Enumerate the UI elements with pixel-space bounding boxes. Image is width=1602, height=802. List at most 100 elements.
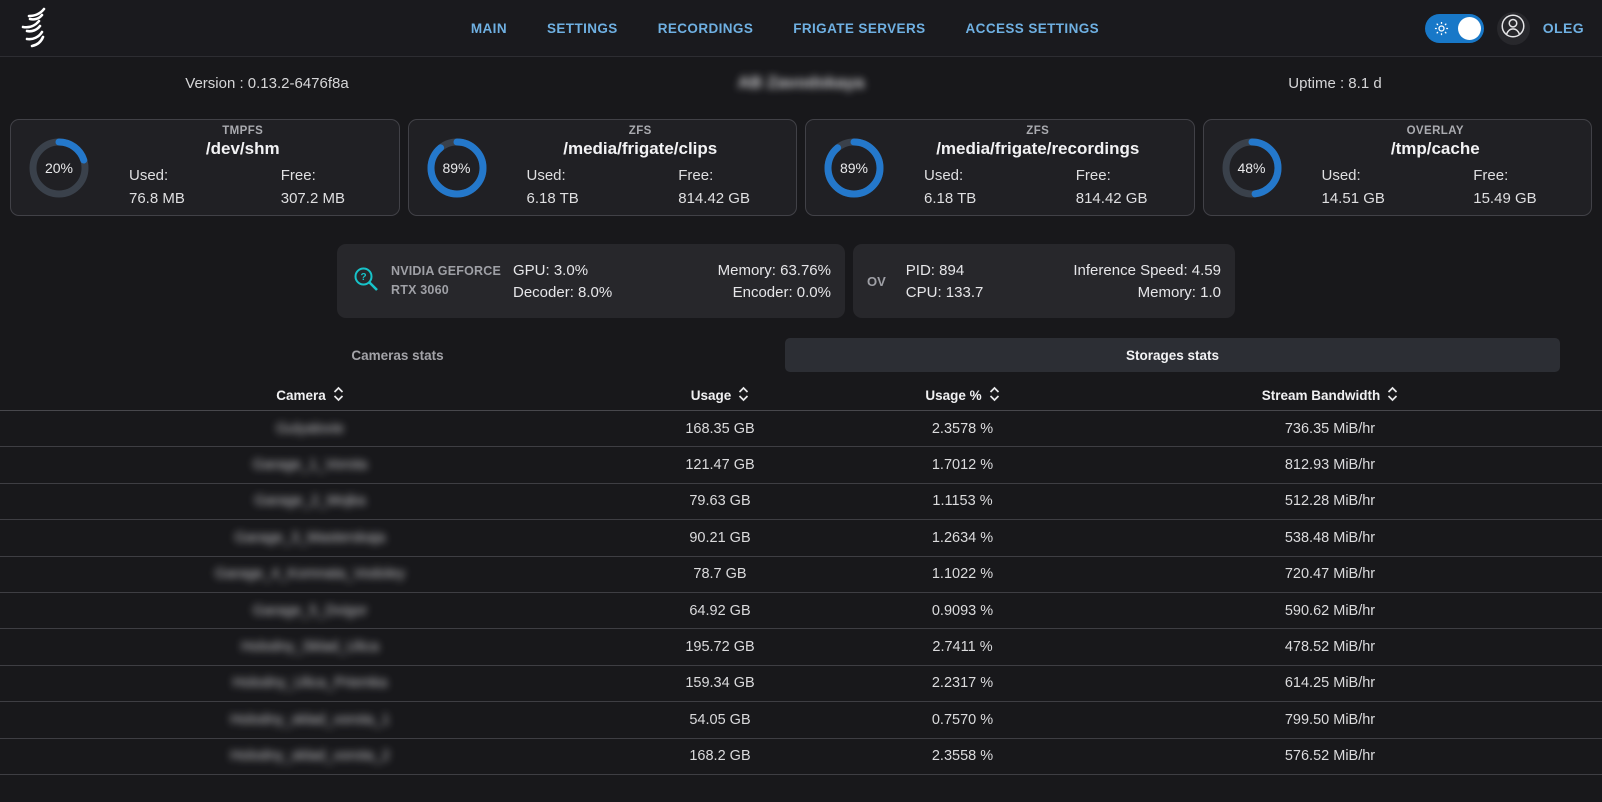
gpu-memory: Memory: 63.76% bbox=[672, 262, 831, 279]
used-label: Used: bbox=[527, 164, 641, 187]
storage-card-tmp-cache: 48% OVERLAY /tmp/cache Used: 14.51 GB Fr… bbox=[1203, 119, 1593, 216]
table-header: Camera Usage Usage % Stream Bandwidth bbox=[0, 381, 1602, 411]
gpu-stats-grid: GPU: 3.0% Memory: 63.76% Decoder: 8.0% E… bbox=[507, 262, 831, 301]
table-row: Garage_2_Mojka 79.63 GB 1.1153 % 512.28 … bbox=[0, 484, 1602, 520]
table-row: Holodny_Ulica_Priemka 159.34 GB 2.2317 %… bbox=[0, 666, 1602, 702]
fs-type-label: OVERLAY bbox=[1292, 125, 1580, 137]
tab-storages-stats[interactable]: Storages stats bbox=[785, 338, 1560, 372]
usage-cell: 64.92 GB bbox=[620, 603, 820, 619]
topbar-right-controls: OLEG bbox=[1425, 12, 1584, 45]
storage-card-text: ZFS /media/frigate/clips Used: 6.18 TB F… bbox=[489, 125, 785, 211]
free-label: Free: bbox=[678, 164, 784, 187]
bandwidth-cell: 799.50 MiB/hr bbox=[1105, 712, 1555, 728]
detector-cpu: CPU: 133.7 bbox=[906, 284, 1064, 301]
detector-stats-card: OV PID: 894 Inference Speed: 4.59 CPU: 1… bbox=[853, 244, 1235, 318]
person-icon bbox=[1498, 11, 1528, 46]
used-label: Used: bbox=[129, 164, 243, 187]
camera-name: Holodny_sklad_vorota_2 bbox=[230, 748, 390, 764]
camera-name: Holodny_Sklad_Ulica bbox=[241, 639, 379, 655]
usage-cell: 121.47 GB bbox=[620, 457, 820, 473]
storage-card-text: ZFS /media/frigate/recordings Used: 6.18… bbox=[886, 125, 1182, 211]
bandwidth-cell: 478.52 MiB/hr bbox=[1105, 639, 1555, 655]
donut-percent-label: 89% bbox=[822, 136, 886, 200]
top-navigation-bar: MAIN SETTINGS RECORDINGS FRIGATE SERVERS… bbox=[0, 0, 1602, 57]
frigate-logo-icon[interactable] bbox=[18, 6, 60, 50]
storage-card-recordings: 89% ZFS /media/frigate/recordings Used: … bbox=[805, 119, 1195, 216]
nav-settings[interactable]: SETTINGS bbox=[547, 21, 618, 36]
detector-stats-grid: PID: 894 Inference Speed: 4.59 CPU: 133.… bbox=[900, 262, 1221, 301]
used-value: 14.51 GB bbox=[1322, 187, 1436, 210]
used-label: Used: bbox=[1322, 164, 1436, 187]
usage-percent-cell: 1.7012 % bbox=[820, 457, 1105, 473]
camera-name: Garage_5_Dvigor bbox=[253, 603, 367, 619]
usage-donut: 48% bbox=[1220, 136, 1284, 200]
used-value: 6.18 TB bbox=[924, 187, 1038, 210]
nav-access-settings[interactable]: ACCESS SETTINGS bbox=[966, 21, 1100, 36]
mount-path: /media/frigate/clips bbox=[497, 139, 785, 159]
usage-cell: 90.21 GB bbox=[620, 530, 820, 546]
storage-card-text: OVERLAY /tmp/cache Used: 14.51 GB Free: … bbox=[1284, 125, 1580, 211]
sun-icon bbox=[1434, 21, 1449, 41]
usage-cell: 159.34 GB bbox=[620, 675, 820, 691]
usage-cell: 78.7 GB bbox=[620, 566, 820, 582]
usage-percent-cell: 1.2634 % bbox=[820, 530, 1105, 546]
donut-percent-label: 89% bbox=[425, 136, 489, 200]
accelerator-cards-row: ? NVIDIA GEFORCE RTX 3060 GPU: 3.0% Memo… bbox=[337, 244, 1602, 318]
table-row: Garage_4_Komnata_Vodoley 78.7 GB 1.1022 … bbox=[0, 557, 1602, 593]
gpu-encoder: Encoder: 0.0% bbox=[672, 284, 831, 301]
page-title: AB Zavodskaya bbox=[534, 73, 1068, 93]
fs-type-label: ZFS bbox=[497, 125, 785, 137]
usage-cell: 195.72 GB bbox=[620, 639, 820, 655]
sort-icon bbox=[333, 386, 344, 405]
camera-name: Garage_4_Komnata_Vodoley bbox=[215, 566, 405, 582]
header-stream-bandwidth[interactable]: Stream Bandwidth bbox=[1105, 386, 1555, 405]
header-usage[interactable]: Usage bbox=[620, 386, 820, 405]
free-label: Free: bbox=[1473, 164, 1579, 187]
camera-name: Holodny_sklad_vorota_1 bbox=[230, 712, 390, 728]
storages-stats-table: Camera Usage Usage % Stream Bandwidth Gu… bbox=[0, 381, 1602, 775]
uptime-label: Uptime : 8.1 d bbox=[1068, 75, 1602, 92]
gpu-usage: GPU: 3.0% bbox=[513, 262, 672, 279]
camera-name: Garage_3_Masterskaja bbox=[235, 530, 386, 546]
usage-cell: 54.05 GB bbox=[620, 712, 820, 728]
username-label[interactable]: OLEG bbox=[1543, 20, 1584, 36]
stats-tabs: Cameras stats Storages stats bbox=[10, 338, 1560, 372]
used-label: Used: bbox=[924, 164, 1038, 187]
mount-path: /tmp/cache bbox=[1292, 139, 1580, 159]
free-value: 814.42 GB bbox=[678, 187, 784, 210]
user-avatar[interactable] bbox=[1497, 12, 1530, 45]
bandwidth-cell: 512.28 MiB/hr bbox=[1105, 493, 1555, 509]
gpu-info-icon: ? bbox=[351, 264, 381, 299]
usage-percent-cell: 0.9093 % bbox=[820, 603, 1105, 619]
bandwidth-cell: 614.25 MiB/hr bbox=[1105, 675, 1555, 691]
tab-cameras-stats[interactable]: Cameras stats bbox=[10, 338, 785, 372]
sort-icon bbox=[989, 386, 1000, 405]
detector-memory: Memory: 1.0 bbox=[1063, 284, 1221, 301]
table-row: Gulyalovie 168.35 GB 2.3578 % 736.35 MiB… bbox=[0, 411, 1602, 447]
storage-cards-row: 20% TMPFS /dev/shm Used: 76.8 MB Free: 3… bbox=[10, 119, 1592, 216]
table-row: Garage_5_Dvigor 64.92 GB 0.9093 % 590.62… bbox=[0, 593, 1602, 629]
usage-percent-cell: 1.1153 % bbox=[820, 493, 1105, 509]
free-value: 307.2 MB bbox=[281, 187, 387, 210]
used-value: 76.8 MB bbox=[129, 187, 243, 210]
camera-name: Garage_2_Mojka bbox=[254, 493, 365, 509]
gpu-stats-card: ? NVIDIA GEFORCE RTX 3060 GPU: 3.0% Memo… bbox=[337, 244, 845, 318]
nav-recordings[interactable]: RECORDINGS bbox=[658, 21, 754, 36]
usage-percent-cell: 2.2317 % bbox=[820, 675, 1105, 691]
usage-percent-cell: 2.3578 % bbox=[820, 421, 1105, 437]
table-row: Holodny_sklad_vorota_1 54.05 GB 0.7570 %… bbox=[0, 702, 1602, 738]
toggle-knob bbox=[1458, 17, 1481, 40]
header-usage-percent[interactable]: Usage % bbox=[820, 386, 1105, 405]
nav-main[interactable]: MAIN bbox=[471, 21, 507, 36]
table-row: Holodny_Sklad_Ulica 195.72 GB 2.7411 % 4… bbox=[0, 629, 1602, 665]
usage-percent-cell: 2.7411 % bbox=[820, 639, 1105, 655]
usage-percent-cell: 1.1022 % bbox=[820, 566, 1105, 582]
storage-card-text: TMPFS /dev/shm Used: 76.8 MB Free: 307.2… bbox=[91, 125, 387, 211]
detector-inference-speed: Inference Speed: 4.59 bbox=[1063, 262, 1221, 279]
bandwidth-cell: 720.47 MiB/hr bbox=[1105, 566, 1555, 582]
header-camera[interactable]: Camera bbox=[0, 386, 620, 405]
table-row: Garage_1_Vorota 121.47 GB 1.7012 % 812.9… bbox=[0, 447, 1602, 483]
bandwidth-cell: 590.62 MiB/hr bbox=[1105, 603, 1555, 619]
theme-toggle[interactable] bbox=[1425, 14, 1484, 43]
nav-frigate-servers[interactable]: FRIGATE SERVERS bbox=[793, 21, 925, 36]
